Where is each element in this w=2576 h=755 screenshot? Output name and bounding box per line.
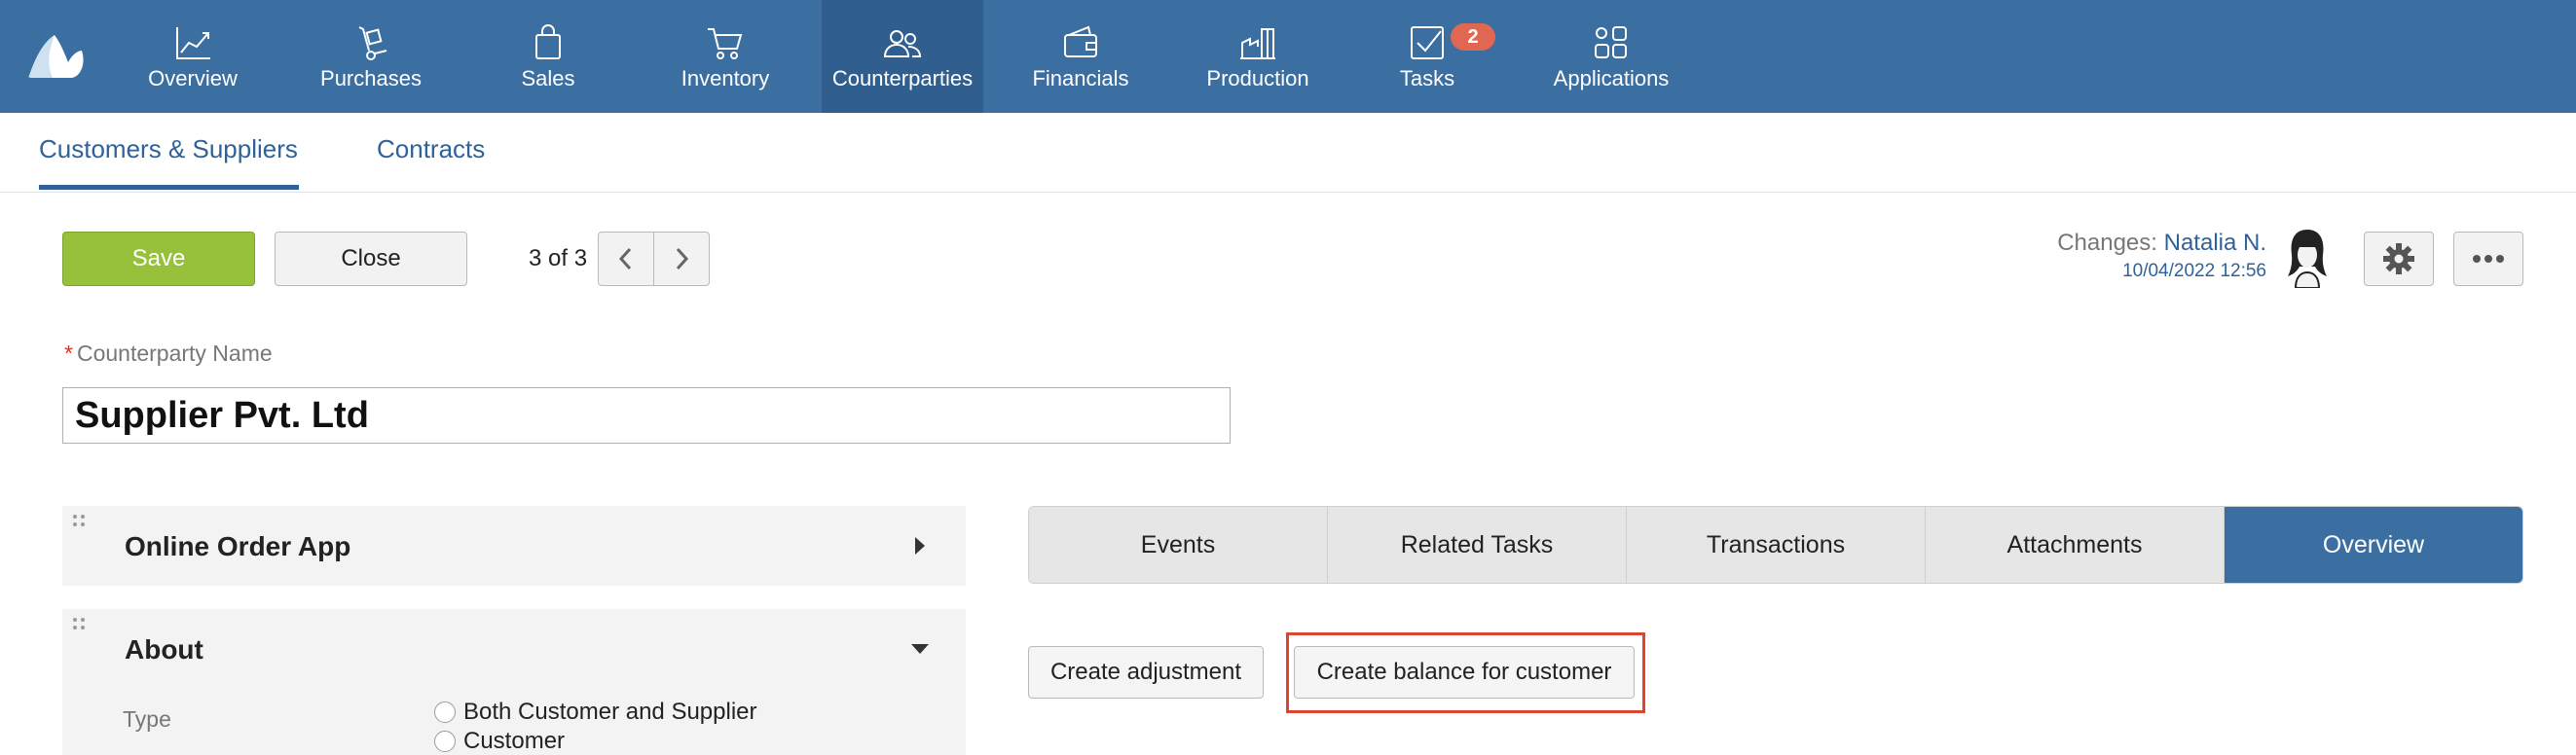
- changes-user-link[interactable]: Natalia N.: [2164, 230, 2266, 256]
- nav-overview[interactable]: Overview: [130, 0, 255, 113]
- counterparty-name-label: * Counterparty Name: [64, 341, 273, 367]
- changes-info: Changes: Natalia N. 10/04/2022 12:56: [2057, 230, 2266, 282]
- type-option-both[interactable]: Both Customer and Supplier: [434, 699, 757, 726]
- nav-label: Counterparties: [831, 66, 974, 90]
- radio-button[interactable]: [434, 731, 456, 752]
- tab-overview[interactable]: Overview: [2225, 507, 2522, 583]
- hand-truck-icon: [350, 21, 392, 64]
- counterparty-name-input[interactable]: [62, 387, 1231, 444]
- nav-sales[interactable]: Sales: [487, 0, 609, 113]
- subtab-contracts[interactable]: Contracts: [377, 134, 485, 164]
- drag-handle-icon[interactable]: [72, 617, 86, 630]
- nav-label: Purchases: [320, 66, 422, 90]
- tab-events[interactable]: Events: [1029, 507, 1328, 583]
- user-avatar-icon[interactable]: [2284, 226, 2331, 288]
- panel-title: Online Order App: [125, 531, 351, 561]
- chart-line-icon: [171, 21, 214, 64]
- nav-counterparties[interactable]: Counterparties: [822, 0, 983, 113]
- wallet-icon: [1059, 21, 1102, 64]
- previous-record-button[interactable]: [598, 232, 654, 286]
- nav-inventory[interactable]: Inventory: [662, 0, 789, 113]
- nav-label: Applications: [1553, 66, 1670, 90]
- detail-tabs: Events Related Tasks Transactions Attach…: [1028, 506, 2523, 584]
- nav-label: Overview: [148, 66, 238, 90]
- record-pager-text: 3 of 3: [529, 245, 588, 271]
- more-options-button[interactable]: [2453, 232, 2523, 286]
- factory-icon: [1236, 21, 1279, 64]
- tab-related-tasks[interactable]: Related Tasks: [1328, 507, 1627, 583]
- nav-applications[interactable]: Applications: [1546, 0, 1676, 113]
- nav-purchases[interactable]: Purchases: [306, 0, 436, 113]
- radio-button[interactable]: [434, 701, 456, 723]
- type-option-customer[interactable]: Customer: [434, 728, 565, 755]
- apps-grid-icon: [1590, 21, 1633, 64]
- chevron-right-icon: [676, 247, 689, 270]
- shopping-cart-icon: [704, 21, 747, 64]
- nav-tasks[interactable]: Tasks: [1379, 0, 1476, 113]
- nav-label: Tasks: [1399, 66, 1455, 90]
- changes-label: Changes:: [2057, 230, 2157, 256]
- required-marker: *: [64, 341, 73, 366]
- caret-down-icon[interactable]: [909, 642, 931, 656]
- save-button[interactable]: Save: [62, 232, 255, 286]
- nav-label: Sales: [521, 66, 575, 90]
- nav-label: Inventory: [681, 66, 770, 90]
- shopping-bag-icon: [527, 21, 570, 64]
- active-subtab-indicator: [39, 185, 299, 190]
- app-logo-icon[interactable]: [25, 29, 86, 84]
- sub-navigation: Customers & Suppliers Contracts: [0, 113, 2576, 193]
- tab-transactions[interactable]: Transactions: [1627, 507, 1926, 583]
- changes-timestamp: 10/04/2022 12:56: [2122, 261, 2266, 281]
- nav-production[interactable]: Production: [1201, 0, 1314, 113]
- online-order-app-panel[interactable]: Online Order App: [62, 506, 966, 586]
- field-label-text: Counterparty Name: [76, 341, 273, 366]
- caret-right-icon[interactable]: [913, 535, 927, 557]
- tab-attachments[interactable]: Attachments: [1926, 507, 2225, 583]
- top-navigation-bar: Overview Purchases Sales Inventory Count…: [0, 0, 2576, 113]
- drag-handle-icon[interactable]: [72, 514, 86, 527]
- people-icon: [881, 21, 924, 64]
- tasks-badge: 2: [1451, 23, 1495, 51]
- subtab-customers-suppliers[interactable]: Customers & Suppliers: [39, 134, 298, 164]
- create-adjustment-button[interactable]: Create adjustment: [1028, 646, 1264, 699]
- more-dots-icon: [2473, 255, 2504, 263]
- next-record-button[interactable]: [653, 232, 710, 286]
- panel-title: About: [125, 634, 203, 665]
- gear-icon: [2383, 243, 2414, 274]
- settings-button[interactable]: [2364, 232, 2434, 286]
- type-label: Type: [123, 706, 171, 732]
- radio-label: Both Customer and Supplier: [463, 699, 757, 725]
- chevron-left-icon: [618, 247, 632, 270]
- highlight-box: [1286, 632, 1645, 713]
- nav-financials[interactable]: Financials: [1026, 0, 1135, 113]
- checkbox-icon: [1406, 21, 1449, 64]
- nav-label: Financials: [1032, 66, 1129, 90]
- nav-label: Production: [1206, 66, 1309, 90]
- radio-label: Customer: [463, 728, 566, 754]
- close-button[interactable]: Close: [275, 232, 467, 286]
